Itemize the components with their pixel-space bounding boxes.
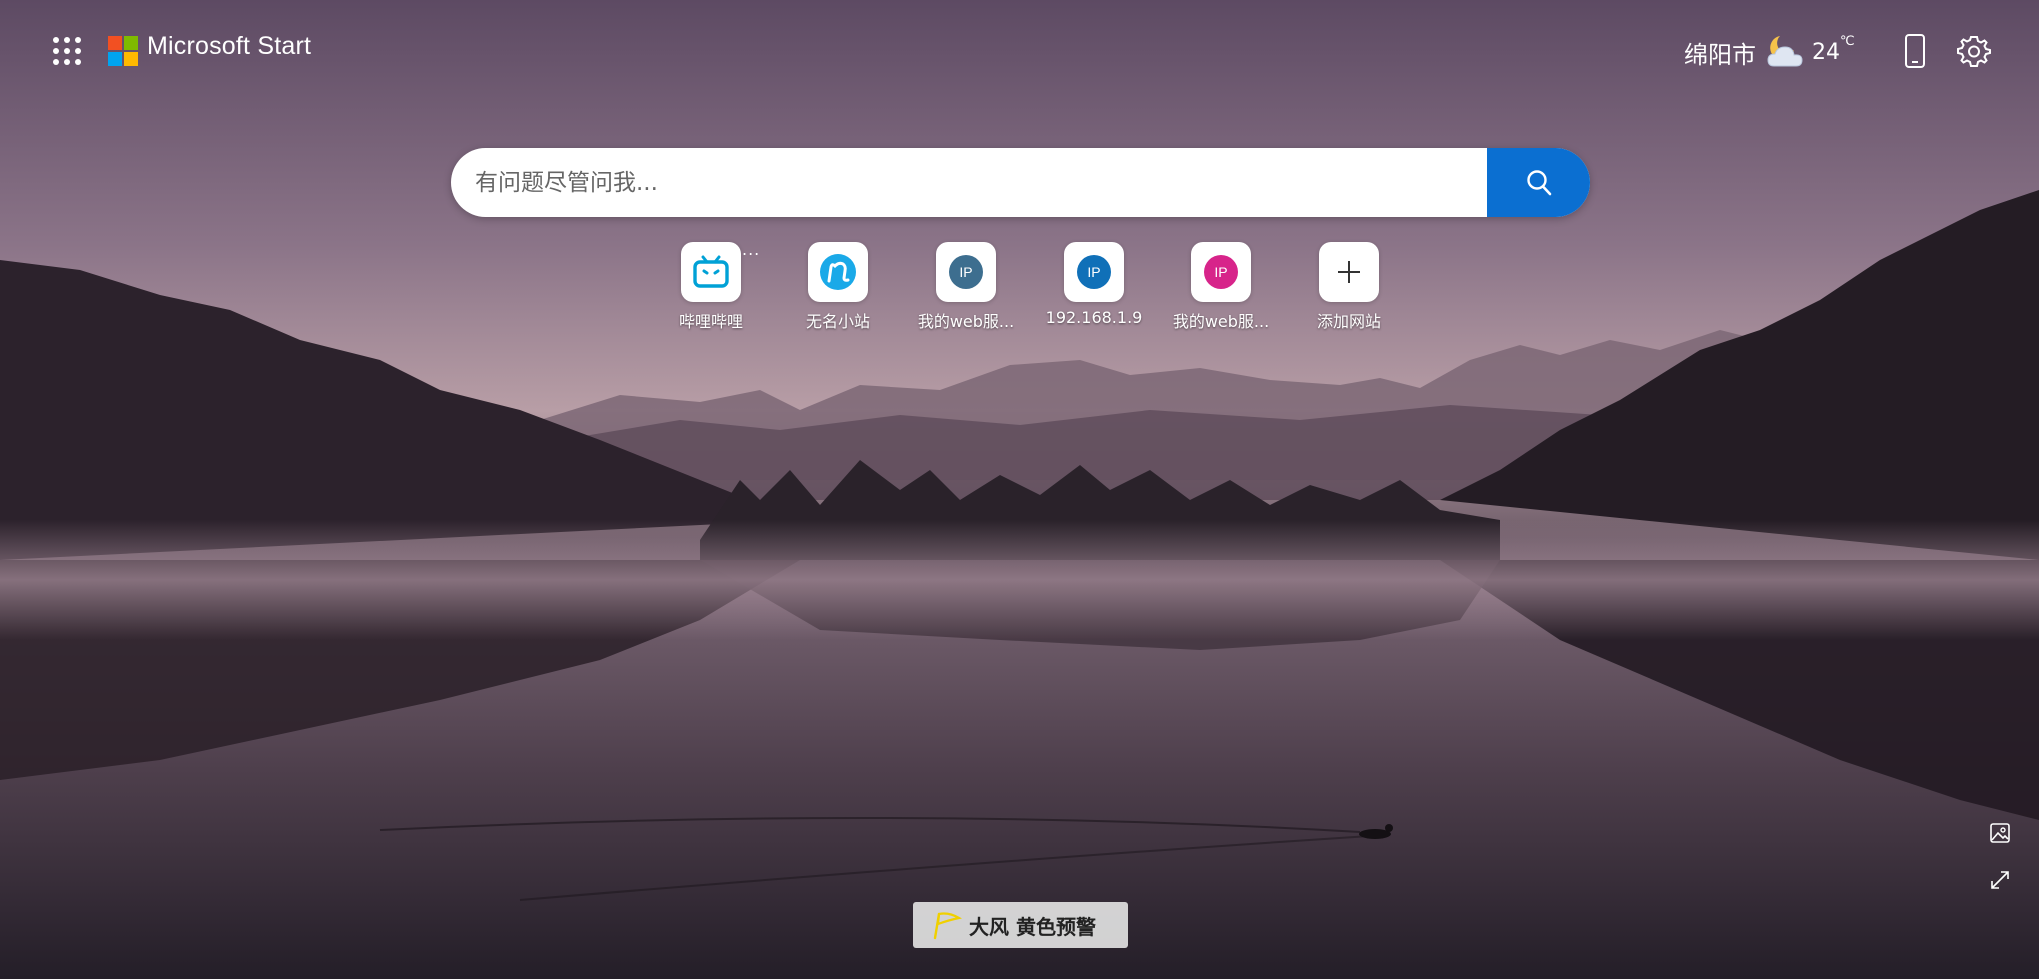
quick-link-label: 192.168.1.9 [1045,308,1143,327]
image-info-icon[interactable] [1988,821,2012,845]
bilibili-icon [693,255,729,288]
new-tab-page: Microsoft Start 绵阳市 24℃ 有问题尽管问我... 哔哩哔哩 … [0,0,2039,979]
quick-link-web-server-2[interactable]: IP 我的web服... [1165,242,1277,332]
expand-icon[interactable] [1988,868,2012,892]
gear-icon[interactable] [1955,32,1993,70]
ip-icon: IP [1077,255,1111,289]
quick-link-web-server-1[interactable]: IP 我的web服... [910,242,1022,332]
top-bar: Microsoft Start 绵阳市 24℃ [0,0,2039,100]
more-options-icon[interactable]: ... [742,240,760,259]
weather-alert[interactable]: 大风 黄色预警 [913,902,1128,948]
search-input[interactable] [451,148,1487,217]
quick-link-label: 添加网站 [1316,312,1381,331]
weather-city: 绵阳市 [1684,40,1756,69]
n-logo-icon [820,254,856,290]
quick-link-label: 我的web服... [917,312,1015,331]
phone-icon[interactable] [1898,32,1932,70]
quick-link-label: 我的web服... [1172,312,1270,331]
wind-flag-icon [933,912,963,940]
quick-link-label: 无名小站 [805,312,870,331]
ip-icon: IP [1204,255,1238,289]
partly-cloudy-night-icon [1767,36,1803,67]
search-button[interactable] [1487,148,1590,217]
apps-grid-icon[interactable] [44,28,90,74]
quick-link-wuming[interactable]: 无名小站 [782,242,894,332]
add-site-button[interactable]: 添加网站 [1293,242,1405,332]
brand-title[interactable]: Microsoft Start [147,32,311,61]
weather-alert-text: 大风 黄色预警 [969,914,1096,939]
search-bar [451,148,1590,217]
search-icon [1526,169,1551,195]
quick-link-192-168-1-9[interactable]: IP 192.168.1.9 [1038,242,1150,332]
quick-link-label: 哔哩哔哩 [678,312,743,331]
weather-temp: 24℃ [1812,33,1855,65]
ip-icon: IP [949,255,983,289]
plus-icon [1338,261,1360,283]
microsoft-logo-icon[interactable] [108,36,138,66]
background-landscape [0,0,2039,979]
weather-widget[interactable]: 绵阳市 24℃ [1684,30,1855,74]
